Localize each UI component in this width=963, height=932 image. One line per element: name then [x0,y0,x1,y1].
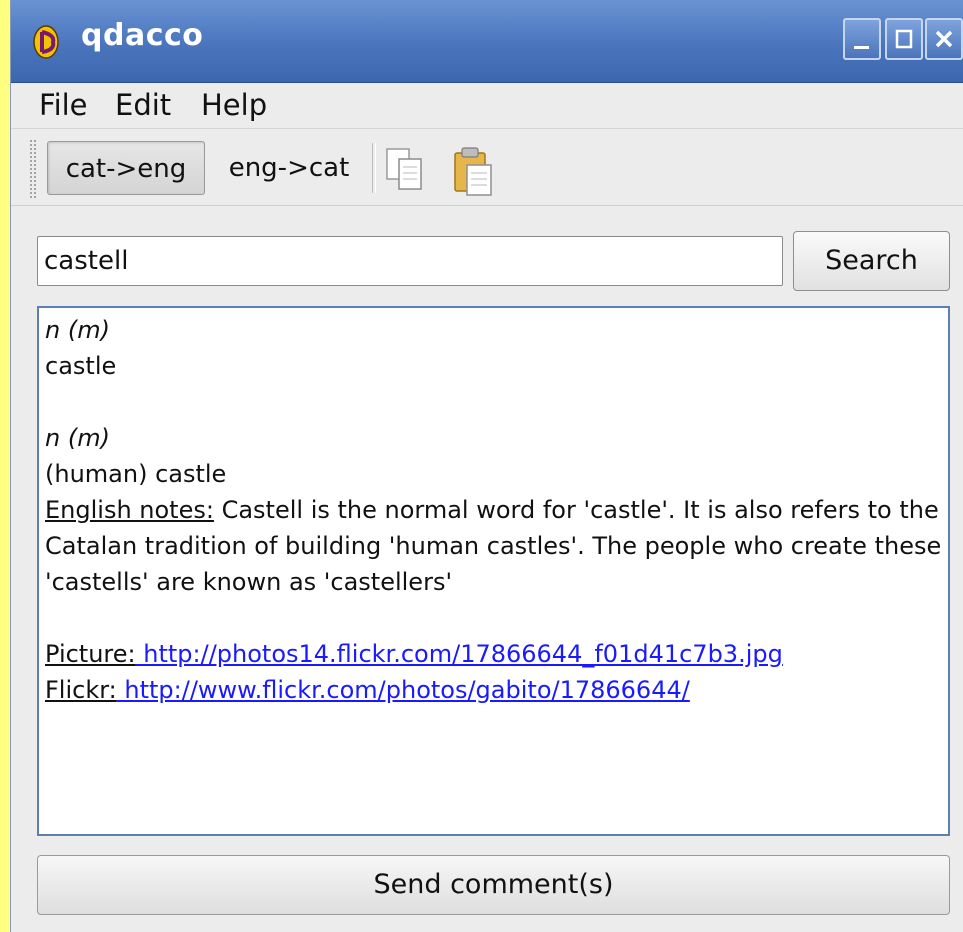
menu-help[interactable]: Help [201,83,267,127]
english-notes-label: English notes: [45,496,214,524]
close-icon [935,30,953,48]
toolbar-separator [372,143,376,193]
minimize-icon [854,46,869,49]
entry-2-part-of-speech: n (m) [45,424,110,452]
entry-2-translation: (human) castle [45,460,227,488]
app-window: qdacco File Edit Help cat->eng eng->cat [10,0,963,932]
paste-icon[interactable] [451,145,497,197]
menu-edit[interactable]: Edit [115,83,171,127]
title-bar[interactable]: qdacco [11,0,963,83]
send-comments-button[interactable]: Send comment(s) [37,855,950,915]
flickr-line: Flickr: http://www.flickr.com/photos/gab… [45,672,942,708]
maximize-icon [895,29,913,49]
picture-line: Picture: http://photos14.flickr.com/1786… [45,636,942,672]
qdacco-app-icon [33,25,59,59]
menu-bar: File Edit Help [11,83,963,127]
cat-eng-toggle-button[interactable]: cat->eng [47,141,205,195]
eng-cat-toggle-button[interactable]: eng->cat [215,141,363,195]
maximize-button[interactable] [885,18,923,60]
window-title: qdacco [81,18,204,53]
search-input[interactable] [37,236,783,286]
picture-label: Picture: [45,640,136,668]
close-button[interactable] [925,18,963,60]
results-panel[interactable]: n (m) castle n (m) (human) castle Englis… [37,306,950,836]
menu-file[interactable]: File [39,83,88,127]
search-button-label: Search [825,245,918,276]
entry-1-translation: castle [45,352,117,380]
toolbar: cat->eng eng->cat [11,128,963,206]
search-button[interactable]: Search [793,231,950,291]
copy-icon[interactable] [383,145,429,193]
english-notes: English notes: Castell is the normal wor… [45,492,942,600]
minimize-button[interactable] [843,18,881,60]
flickr-label: Flickr: [45,676,117,704]
toolbar-grip-handle[interactable] [29,139,37,199]
picture-link[interactable]: http://photos14.flickr.com/17866644_f01d… [136,640,783,668]
flickr-link[interactable]: http://www.flickr.com/photos/gabito/1786… [117,676,689,704]
entry-1-part-of-speech: n (m) [45,316,110,344]
